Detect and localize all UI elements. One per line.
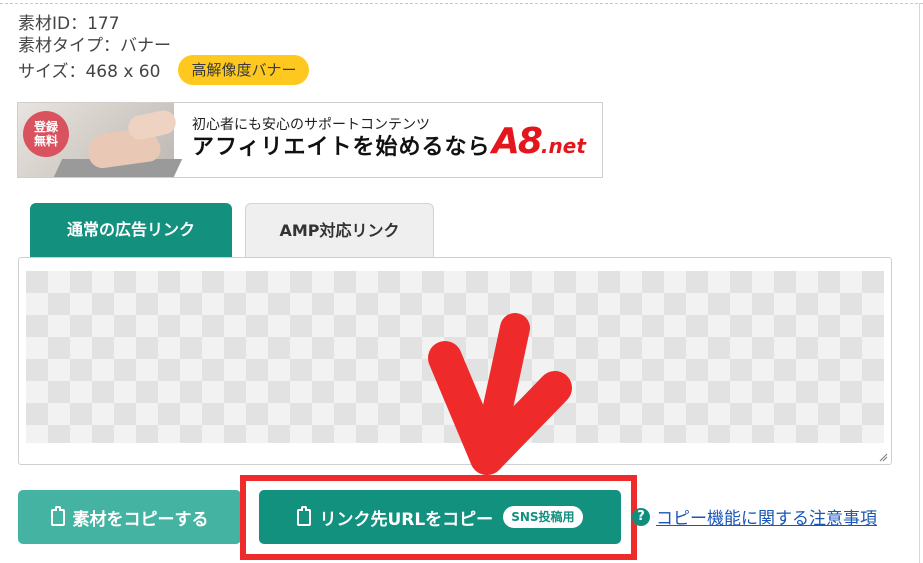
material-size-row: サイズ：468 x 60 高解像度バナー [18, 55, 310, 87]
red-highlight-box [240, 475, 637, 560]
top-divider [0, 3, 923, 4]
tab-standard-link[interactable]: 通常の広告リンク [30, 203, 232, 257]
red-arrow-icon [428, 313, 572, 475]
banner-photo: 登録 無料 [18, 103, 183, 177]
a8-logo: A8.net [492, 121, 586, 162]
copy-notice-help[interactable]: ? コピー機能に関する注意事項 [632, 504, 877, 529]
banner-subtext: 初心者にも安心のサポートコンテンツ [192, 117, 430, 133]
free-label-1: 登録 [33, 120, 58, 134]
free-label-2: 無料 [33, 134, 58, 148]
a8-logo-big: A8 [492, 121, 543, 162]
tab-amp-link[interactable]: AMP対応リンク [245, 203, 434, 257]
copy-material-button[interactable]: 素材をコピーする [18, 490, 241, 544]
a8-logo-net: .net [540, 134, 586, 158]
banner-maintext: アフィリエイトを始めるなら [192, 135, 491, 160]
resize-handle-icon[interactable] [878, 452, 888, 462]
high-resolution-badge: 高解像度バナー [178, 55, 310, 85]
a8-banner[interactable]: 登録 無料 初心者にも安心のサポートコンテンツ アフィリエイトを始めるなら A8… [17, 102, 603, 178]
material-size: サイズ：468 x 60 [18, 62, 161, 82]
free-registration-badge: 登録 無料 [23, 111, 69, 157]
material-type: 素材タイプ：バナー [18, 36, 171, 56]
copy-material-label: 素材をコピーする [72, 509, 209, 530]
copy-notice-link[interactable]: コピー機能に関する注意事項 [656, 504, 877, 529]
material-id: 素材ID：177 [18, 14, 120, 34]
banner-text: 初心者にも安心のサポートコンテンツ アフィリエイトを始めるなら [192, 116, 491, 162]
help-icon: ? [632, 507, 650, 526]
right-divider [919, 3, 920, 563]
clipboard-icon [50, 505, 65, 526]
material-info: 素材ID：177 素材タイプ：バナー サイズ：468 x 60 高解像度バナー [18, 13, 310, 87]
